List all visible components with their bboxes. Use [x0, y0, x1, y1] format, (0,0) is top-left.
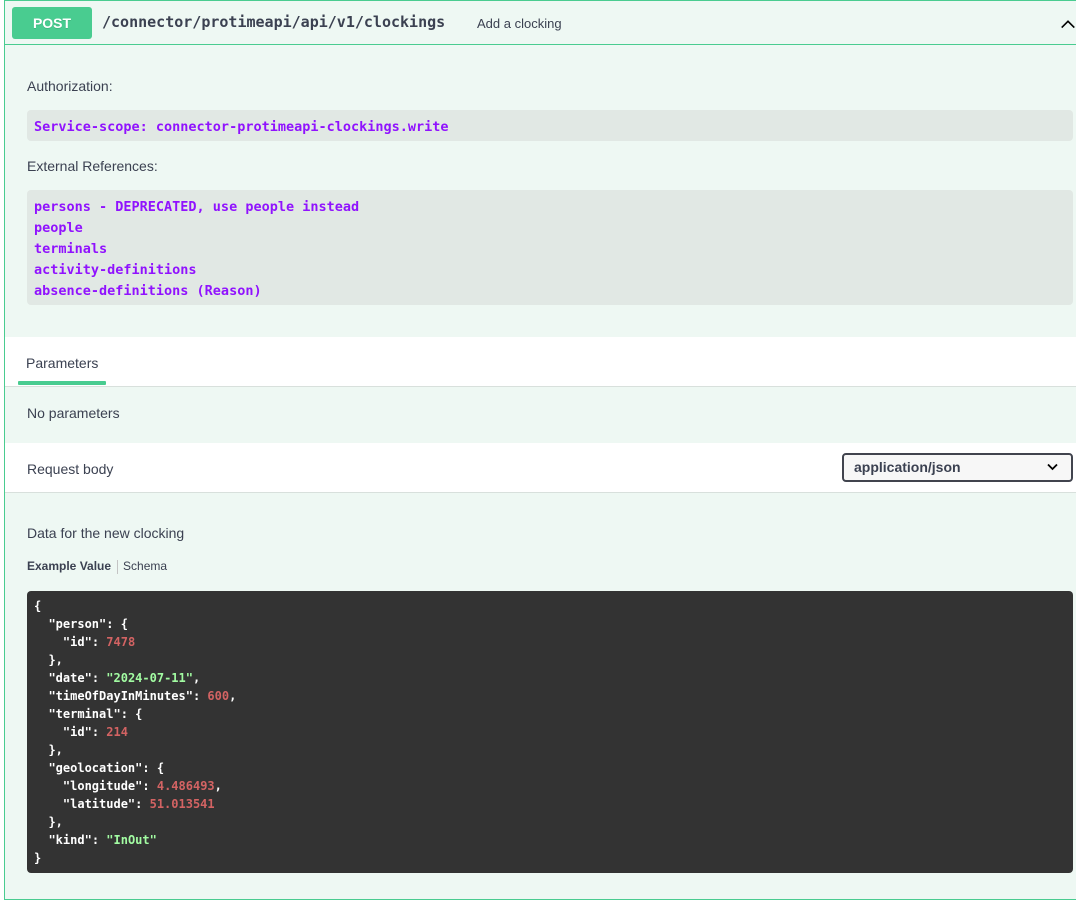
json-line: },: [34, 743, 63, 757]
json-line: "timeOfDayInMinutes": 600,: [48, 689, 237, 703]
operation-description: Add a clocking: [477, 16, 562, 31]
reference-item: persons - DEPRECATED, use people instead: [34, 199, 360, 215]
json-line: {: [34, 599, 42, 613]
no-parameters-text: No parameters: [27, 405, 120, 421]
tab-parameters[interactable]: Parameters: [26, 355, 98, 371]
tab-divider: [117, 559, 119, 574]
json-line: "id": 214: [62, 725, 128, 739]
request-body-header: Request body application/json: [5, 443, 1076, 493]
json-line: "kind": "InOut": [48, 833, 157, 847]
reference-item: terminals: [34, 241, 108, 257]
external-references-label: External References:: [27, 158, 158, 174]
authorization-label: Authorization:: [27, 78, 113, 94]
method-badge: POST: [12, 7, 92, 39]
tab-schema[interactable]: Schema: [123, 559, 167, 573]
parameters-header: Parameters: [5, 337, 1076, 387]
content-type-value: application/json: [854, 459, 961, 475]
json-line: "terminal": {: [48, 707, 143, 721]
chevron-up-icon[interactable]: [1059, 15, 1076, 33]
example-json-code[interactable]: { "person": { "id": 7478 }, "date": "202…: [27, 591, 1073, 873]
active-tab-indicator: [18, 381, 106, 385]
reference-item: absence-definitions (Reason): [34, 283, 262, 299]
endpoint-path: /connector/protimeapi/api/v1/clockings: [102, 13, 446, 31]
json-line: "longitude": 4.486493,: [62, 779, 222, 793]
operation-block: POST /connector/protimeapi/api/v1/clocki…: [4, 0, 1076, 900]
reference-item: activity-definitions: [34, 262, 197, 278]
operation-summary[interactable]: POST /connector/protimeapi/api/v1/clocki…: [5, 1, 1076, 45]
example-schema-tabs: Example Value Schema: [27, 559, 167, 574]
authorization-scope-box: Service-scope: connector-protimeapi-cloc…: [27, 110, 1073, 141]
tab-example-value[interactable]: Example Value: [27, 559, 111, 573]
request-body-description: Data for the new clocking: [27, 525, 185, 541]
json-line: "latitude": 51.013541: [62, 797, 215, 811]
external-references-box: persons - DEPRECATED, use people instead…: [27, 190, 1073, 305]
chevron-down-icon: [1047, 463, 1058, 471]
request-body-label: Request body: [27, 461, 114, 477]
json-line: "date": "2024-07-11",: [48, 671, 201, 685]
json-line: }: [34, 851, 42, 865]
json-line: "geolocation": {: [48, 761, 165, 775]
json-line: "person": {: [48, 617, 128, 631]
content-type-select[interactable]: application/json: [842, 453, 1073, 482]
json-line: "id": 7478: [62, 635, 136, 649]
reference-item: people: [34, 220, 83, 236]
json-line: },: [34, 653, 63, 667]
json-line: },: [34, 815, 63, 829]
authorization-scope: Service-scope: connector-protimeapi-cloc…: [34, 119, 449, 135]
